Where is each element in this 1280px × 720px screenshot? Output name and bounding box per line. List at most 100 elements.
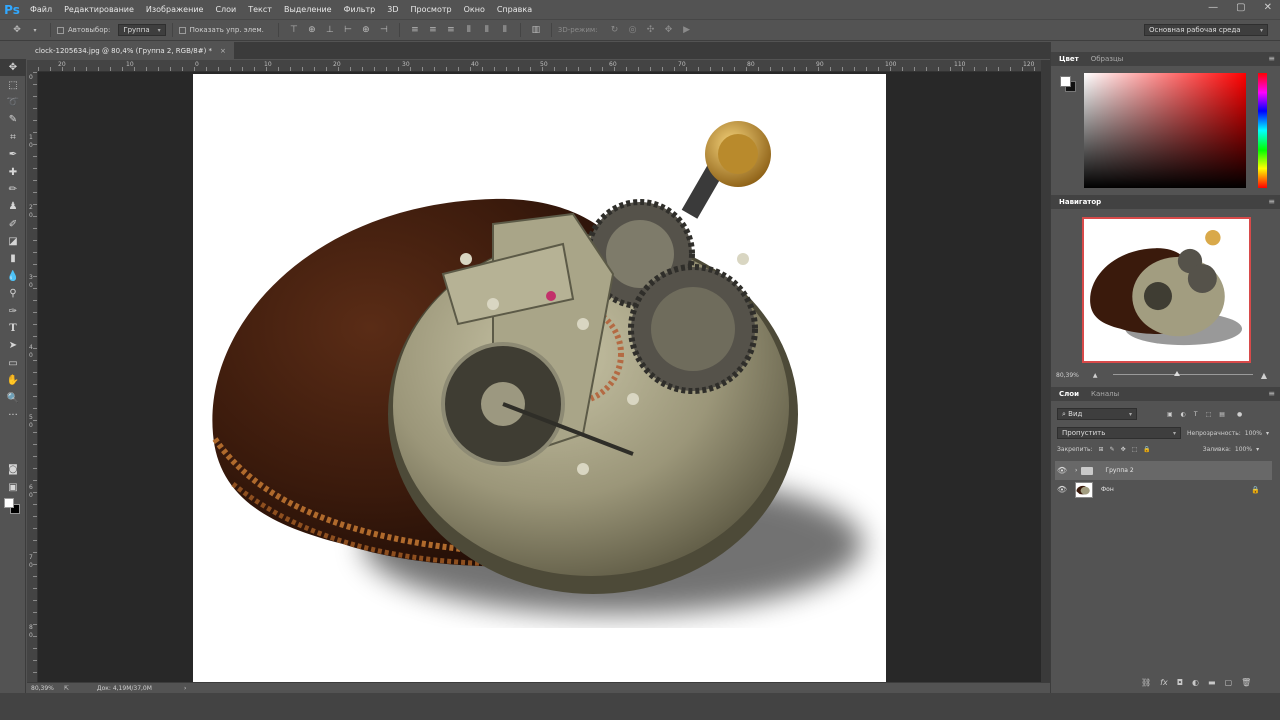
trash-icon[interactable]: 🗑 xyxy=(1241,678,1251,687)
menu-view[interactable]: Просмотр xyxy=(405,5,458,14)
filter-shape-icon[interactable]: ⬚ xyxy=(1206,411,1212,418)
layer-row-group[interactable]: 👁 › Группа 2 xyxy=(1055,461,1272,480)
close-icon[interactable]: × xyxy=(220,47,226,55)
zoom-in-icon[interactable]: ▲ xyxy=(1261,371,1267,380)
tab-navigator[interactable]: Навигатор xyxy=(1059,198,1101,206)
panel-menu-icon[interactable]: ≡ xyxy=(1268,197,1275,206)
show-controls-checkbox[interactable]: Показать упр. элем. xyxy=(178,26,264,34)
navigator-zoom-value[interactable]: 80,39% xyxy=(1056,372,1079,379)
chevron-down-icon[interactable]: ▾ xyxy=(1256,446,1259,453)
align-bottom-icon[interactable]: ⊥ xyxy=(325,25,335,35)
align-hcenter-icon[interactable]: ⊕ xyxy=(361,25,371,35)
autoselect-dropdown[interactable]: Группа ▾ xyxy=(118,24,166,36)
scale-3d-icon[interactable]: ▶ xyxy=(682,25,692,35)
menu-type[interactable]: Текст xyxy=(242,5,278,14)
adjustment-layer-icon[interactable]: ◐ xyxy=(1192,678,1199,687)
clone-stamp-tool-icon[interactable]: ♟ xyxy=(0,198,26,215)
rectangle-tool-icon[interactable]: ▭ xyxy=(0,355,26,372)
tab-swatches[interactable]: Образцы xyxy=(1091,55,1124,63)
distribute-left-icon[interactable]: ⦀ xyxy=(464,25,474,35)
layer-filter-dropdown[interactable]: ⌕ Вид ▾ xyxy=(1057,408,1137,420)
checkbox-box[interactable] xyxy=(57,26,64,34)
layer-row-background[interactable]: 👁 Фон 🔒 xyxy=(1055,480,1272,499)
menu-select[interactable]: Выделение xyxy=(278,5,338,14)
zoom-tool-icon[interactable]: 🔍 xyxy=(0,389,26,406)
chevron-down-icon[interactable]: ▾ xyxy=(30,25,40,35)
filter-type-icon[interactable]: T xyxy=(1194,411,1198,418)
lock-transparency-icon[interactable]: ⊞ xyxy=(1099,446,1104,453)
blur-tool-icon[interactable]: 💧 xyxy=(0,268,26,285)
export-icon[interactable]: ⇱ xyxy=(64,685,69,692)
vertical-scrollbar[interactable] xyxy=(1041,60,1050,682)
document-canvas[interactable] xyxy=(193,74,886,682)
align-top-icon[interactable]: ⊤ xyxy=(289,25,299,35)
filter-pixel-icon[interactable]: ▣ xyxy=(1167,411,1173,418)
maximize-icon[interactable]: ▢ xyxy=(1236,2,1245,13)
opacity-value[interactable]: 100% xyxy=(1245,430,1262,437)
drag-3d-icon[interactable]: ✣ xyxy=(646,25,656,35)
add-mask-icon[interactable]: ◘ xyxy=(1177,678,1183,687)
menu-help[interactable]: Справка xyxy=(491,5,538,14)
distribute-right-icon[interactable]: ⦀ xyxy=(500,25,510,35)
link-layers-icon[interactable]: ⛓ xyxy=(1141,678,1151,687)
panel-menu-icon[interactable]: ≡ xyxy=(1268,54,1275,63)
filter-smart-icon[interactable]: ▤ xyxy=(1219,411,1225,418)
fill-value[interactable]: 100% xyxy=(1235,446,1252,453)
new-layer-icon[interactable]: ▢ xyxy=(1225,678,1233,687)
move-tool-icon[interactable]: ✥ xyxy=(12,25,22,35)
eraser-tool-icon[interactable]: ◪ xyxy=(0,233,26,250)
filter-adjustment-icon[interactable]: ◐ xyxy=(1181,411,1186,418)
workspace-dropdown[interactable]: Основная рабочая среда ▾ xyxy=(1144,24,1268,36)
eye-icon[interactable]: 👁 xyxy=(1055,466,1069,475)
layer-style-icon[interactable]: fx xyxy=(1160,678,1168,687)
lasso-tool-icon[interactable]: ➰ xyxy=(0,94,26,111)
distribute-vcenter-icon[interactable]: ≡ xyxy=(428,25,438,35)
eyedropper-tool-icon[interactable]: ✒ xyxy=(0,146,26,163)
path-select-tool-icon[interactable]: ➤ xyxy=(0,337,26,354)
rotate-3d-icon[interactable]: ↻ xyxy=(610,25,620,35)
chevron-down-icon[interactable]: ▾ xyxy=(1266,430,1269,437)
menu-file[interactable]: Файл xyxy=(24,5,58,14)
move-tool-icon[interactable]: ✥ xyxy=(0,59,26,77)
foreground-color-swatch[interactable] xyxy=(4,498,14,508)
panel-menu-icon[interactable]: ≡ xyxy=(1268,389,1275,398)
distribute-hcenter-icon[interactable]: ⦀ xyxy=(482,25,492,35)
more-tools-icon[interactable]: ··· xyxy=(0,407,26,424)
roll-3d-icon[interactable]: ◎ xyxy=(628,25,638,35)
align-vcenter-icon[interactable]: ⊕ xyxy=(307,25,317,35)
marquee-tool-icon[interactable]: ⬚ xyxy=(0,76,26,93)
screen-mode-icon[interactable]: ▣ xyxy=(0,479,26,496)
zoom-level[interactable]: 80,39% xyxy=(31,685,54,692)
autoselect-checkbox[interactable]: Автовыбор: xyxy=(57,26,110,34)
brush-tool-icon[interactable]: ✏ xyxy=(0,181,26,198)
new-group-icon[interactable]: ▬ xyxy=(1208,678,1216,687)
type-tool-icon[interactable]: T xyxy=(0,320,26,337)
quick-select-tool-icon[interactable]: ✎ xyxy=(0,111,26,128)
menu-window[interactable]: Окно xyxy=(458,5,491,14)
lock-position-icon[interactable]: ✥ xyxy=(1121,446,1126,453)
zoom-slider-track[interactable] xyxy=(1113,374,1253,375)
zoom-slider-knob[interactable] xyxy=(1174,371,1180,376)
eye-icon[interactable]: 👁 xyxy=(1055,485,1069,494)
gradient-tool-icon[interactable]: ▮ xyxy=(0,250,26,267)
dodge-tool-icon[interactable]: ⚲ xyxy=(0,285,26,302)
distribute-top-icon[interactable]: ≡ xyxy=(410,25,420,35)
hue-slider[interactable] xyxy=(1258,73,1267,188)
menu-3d[interactable]: 3D xyxy=(381,5,404,14)
crop-tool-icon[interactable]: ⌗ xyxy=(0,129,26,146)
zoom-out-icon[interactable]: ▲ xyxy=(1093,372,1098,379)
menu-layers[interactable]: Слои xyxy=(209,5,242,14)
pen-tool-icon[interactable]: ✑ xyxy=(0,302,26,319)
tab-layers[interactable]: Слои xyxy=(1059,390,1079,398)
align-left-icon[interactable]: ⊢ xyxy=(343,25,353,35)
hand-tool-icon[interactable]: ✋ xyxy=(0,372,26,389)
align-right-icon[interactable]: ⊣ xyxy=(379,25,389,35)
history-brush-tool-icon[interactable]: ✐ xyxy=(0,216,26,233)
menu-image[interactable]: Изображение xyxy=(140,5,210,14)
menu-filter[interactable]: Фильтр xyxy=(338,5,382,14)
lock-all-icon[interactable]: 🔒 xyxy=(1143,446,1150,453)
healing-brush-tool-icon[interactable]: ✚ xyxy=(0,163,26,180)
canvas-area[interactable] xyxy=(38,72,1041,682)
color-foreground-swatch[interactable] xyxy=(1060,76,1071,87)
chevron-right-icon[interactable]: › xyxy=(184,685,186,692)
